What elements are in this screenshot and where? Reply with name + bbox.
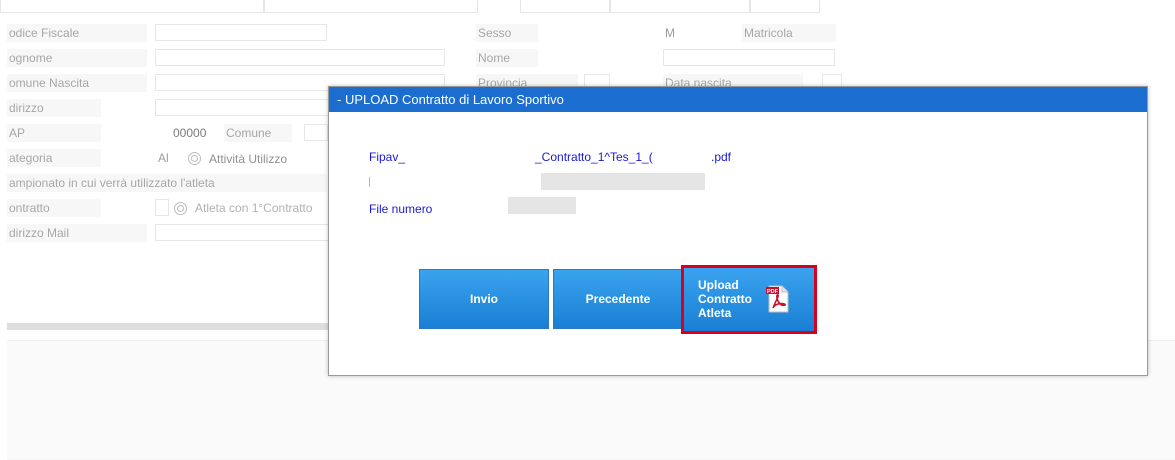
file-name-ext: .pdf [711,150,732,164]
precedente-button[interactable]: Precedente [553,269,683,329]
text-cursor [369,177,370,187]
pdf-icon: PDF [766,285,789,313]
file-numero-value [508,197,576,214]
file-numero-label: File numero [369,202,433,216]
upload-contratto-atleta-button[interactable]: Upload Contratto Atleta PDF [681,265,817,334]
file-name-middle: _Contratto_1^Tes_1_( [535,150,653,164]
upload-label-line2: Contratto [698,292,752,306]
upload-dialog: - UPLOAD Contratto di Lavoro Sportivo Fi… [328,86,1148,376]
upload-label-line3: Atleta [698,306,732,320]
file-name-prefix: Fipav_ [369,150,406,164]
upload-label-line1: Upload [698,278,739,292]
upload-label: Upload Contratto Atleta [698,278,752,320]
invio-button[interactable]: Invio [419,269,549,329]
svg-text:PDF: PDF [767,289,779,295]
dialog-title: - UPLOAD Contratto di Lavoro Sportivo [329,87,1147,112]
file-info-redacted [541,173,705,190]
